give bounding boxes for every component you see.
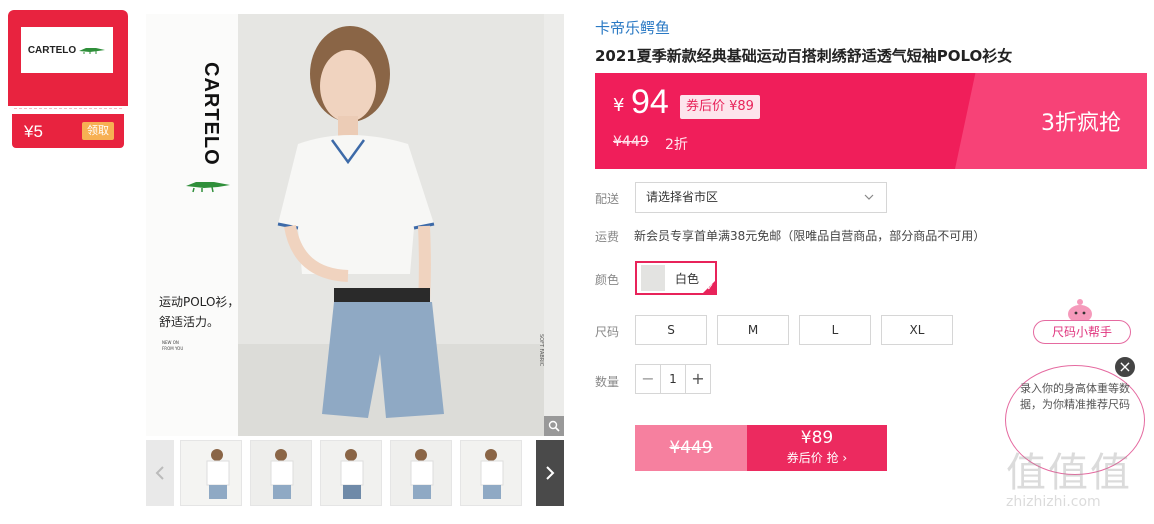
original-price: ¥449 bbox=[613, 134, 649, 150]
delivery-label: 配送 bbox=[595, 192, 620, 206]
coupon-divider bbox=[14, 108, 122, 109]
main-product-image[interactable]: CARTELO 运动POLO衫， 舒适活力。 NEW ON FROM YOU S… bbox=[146, 14, 564, 436]
buy-coupon-price: ¥89 bbox=[800, 428, 834, 448]
thumbnail-next-button[interactable] bbox=[536, 440, 564, 506]
check-icon: ✓ bbox=[706, 283, 714, 293]
slogan-line: 运动POLO衫， bbox=[159, 295, 240, 309]
close-icon[interactable]: × bbox=[1113, 355, 1137, 379]
crocodile-icon bbox=[79, 48, 106, 54]
size-option-xl[interactable]: XL bbox=[881, 315, 953, 345]
shipping-info: 新会员专享首单满38元免邮（限唯品自营商品，部分商品不可用） bbox=[634, 229, 986, 243]
image-slogan: 运动POLO衫， 舒适活力。 bbox=[159, 292, 239, 332]
size-label: 尺码 bbox=[595, 325, 620, 339]
color-label: 颜色 bbox=[595, 273, 620, 287]
coupon-footer: ¥5 领取 bbox=[12, 114, 124, 148]
quantity-increase-button[interactable]: + bbox=[686, 365, 710, 393]
shipping-label: 运费 bbox=[595, 230, 620, 244]
thumbnail-item[interactable] bbox=[390, 440, 452, 506]
watermark-logo: 值值值 bbox=[1006, 450, 1132, 496]
model-photo bbox=[238, 14, 544, 436]
discount-rate: 2折 bbox=[665, 137, 688, 153]
store-coupon-card[interactable]: CARTELO ¥5 领取 bbox=[8, 10, 128, 148]
quantity-stepper: − 1 + bbox=[635, 364, 711, 394]
buy-original-price-button[interactable]: ¥449 bbox=[635, 425, 747, 471]
thumbnail-strip bbox=[146, 440, 564, 506]
thumbnail-item[interactable] bbox=[460, 440, 522, 506]
color-swatch-image bbox=[641, 265, 665, 291]
brand-link[interactable]: 卡帝乐鳄鱼 bbox=[595, 17, 670, 38]
brand-logo-text: CARTELO bbox=[27, 44, 77, 56]
price-banner: ¥ 94 券后价 ¥89 ¥449 2折 3折疯抢 bbox=[595, 73, 1147, 169]
thumbnail-item[interactable] bbox=[180, 440, 242, 506]
size-option-s[interactable]: S bbox=[635, 315, 707, 345]
region-select-value: 请选择省市区 bbox=[646, 190, 719, 204]
chevron-left-icon bbox=[155, 466, 164, 480]
image-side-caption: SOFT FABRIC bbox=[538, 334, 544, 367]
watermark: 值值值 zhizhizhi.com bbox=[1006, 440, 1152, 520]
chevron-right-icon bbox=[546, 466, 555, 480]
size-helper-button[interactable]: 尺码小帮手 bbox=[1033, 320, 1131, 344]
quantity-input[interactable]: 1 bbox=[660, 365, 686, 393]
image-left-panel bbox=[146, 14, 238, 436]
zoom-icon[interactable] bbox=[544, 416, 564, 436]
after-coupon-price: 券后价 ¥89 bbox=[680, 95, 760, 119]
color-option-label: 白色 bbox=[675, 272, 700, 286]
claim-coupon-button[interactable]: 领取 bbox=[82, 122, 114, 140]
buy-with-coupon-button[interactable]: ¥89 券后价 抢 › bbox=[747, 425, 887, 471]
crocodile-logo-icon bbox=[186, 182, 230, 193]
image-small-print: NEW ON FROM YOU bbox=[162, 340, 183, 352]
region-select[interactable]: 请选择省市区 bbox=[635, 182, 887, 213]
coupon-amount: ¥5 bbox=[24, 122, 43, 141]
size-option-m[interactable]: M bbox=[717, 315, 789, 345]
quantity-label: 数量 bbox=[595, 375, 620, 389]
chevron-down-icon bbox=[864, 183, 874, 223]
brand-logo: CARTELO bbox=[21, 27, 113, 73]
price-currency: ¥ bbox=[613, 95, 625, 116]
flash-sale-label: 3折疯抢 bbox=[1041, 111, 1121, 136]
thumbnail-item[interactable] bbox=[320, 440, 382, 506]
color-option-white[interactable]: 白色 ✓ bbox=[635, 261, 717, 295]
thumbnail-prev-button[interactable] bbox=[146, 440, 174, 506]
product-title: 2021夏季新款经典基础运动百搭刺绣舒适透气短袖POLO衫女 bbox=[595, 47, 1013, 65]
slogan-line: 舒适活力。 bbox=[159, 315, 220, 329]
size-option-l[interactable]: L bbox=[799, 315, 871, 345]
image-brand-text: CARTELO bbox=[200, 62, 222, 166]
size-helper-text: 录入你的身高体重等数据，为你精准推荐尺码 bbox=[1020, 382, 1130, 411]
quantity-decrease-button[interactable]: − bbox=[636, 365, 660, 393]
coupon-header: CARTELO bbox=[8, 10, 128, 106]
small-print-line: FROM YOU bbox=[162, 346, 184, 351]
buy-coupon-label: 券后价 抢 › bbox=[786, 451, 848, 465]
current-price: 94 bbox=[631, 83, 669, 121]
thumbnail-item[interactable] bbox=[250, 440, 312, 506]
